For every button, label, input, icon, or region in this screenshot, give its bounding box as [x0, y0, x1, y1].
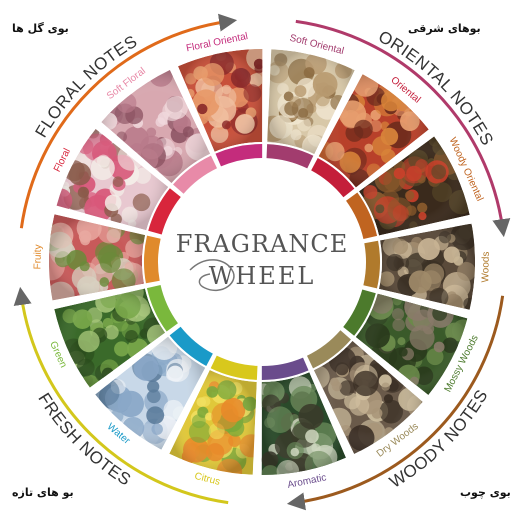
persian-label-woody: بوی چوب [460, 486, 511, 499]
center-title-line1: FRAGRANCE [176, 230, 349, 258]
segment-label-woods: Woods [480, 251, 492, 282]
segment-label-aromatic: Aromatic [287, 472, 328, 491]
persian-label-fresh: بو های تازه [12, 486, 74, 499]
persian-label-floral: بوی گل ها [12, 22, 69, 35]
center-title-line2: WHEEL [209, 262, 316, 290]
center-logo: FRAGRANCE WHEEL [164, 164, 360, 360]
color-band-woods [363, 240, 380, 289]
segment-label-citrus: Citrus [193, 471, 221, 488]
fragrance-wheel-diagram: ORIENTAL NOTES WOODY NOTES FRESH NOTES FLOR… [0, 0, 526, 519]
segment-label-fruity: Fruity [32, 244, 44, 269]
segment-label-green: Green [47, 340, 69, 370]
wheel-svg: ORIENTAL NOTESWOODY NOTESFRESH NOTESFLOR… [13, 13, 511, 511]
persian-label-oriental: بوهای شرقی [408, 22, 481, 35]
color-band-fruity [144, 235, 161, 284]
